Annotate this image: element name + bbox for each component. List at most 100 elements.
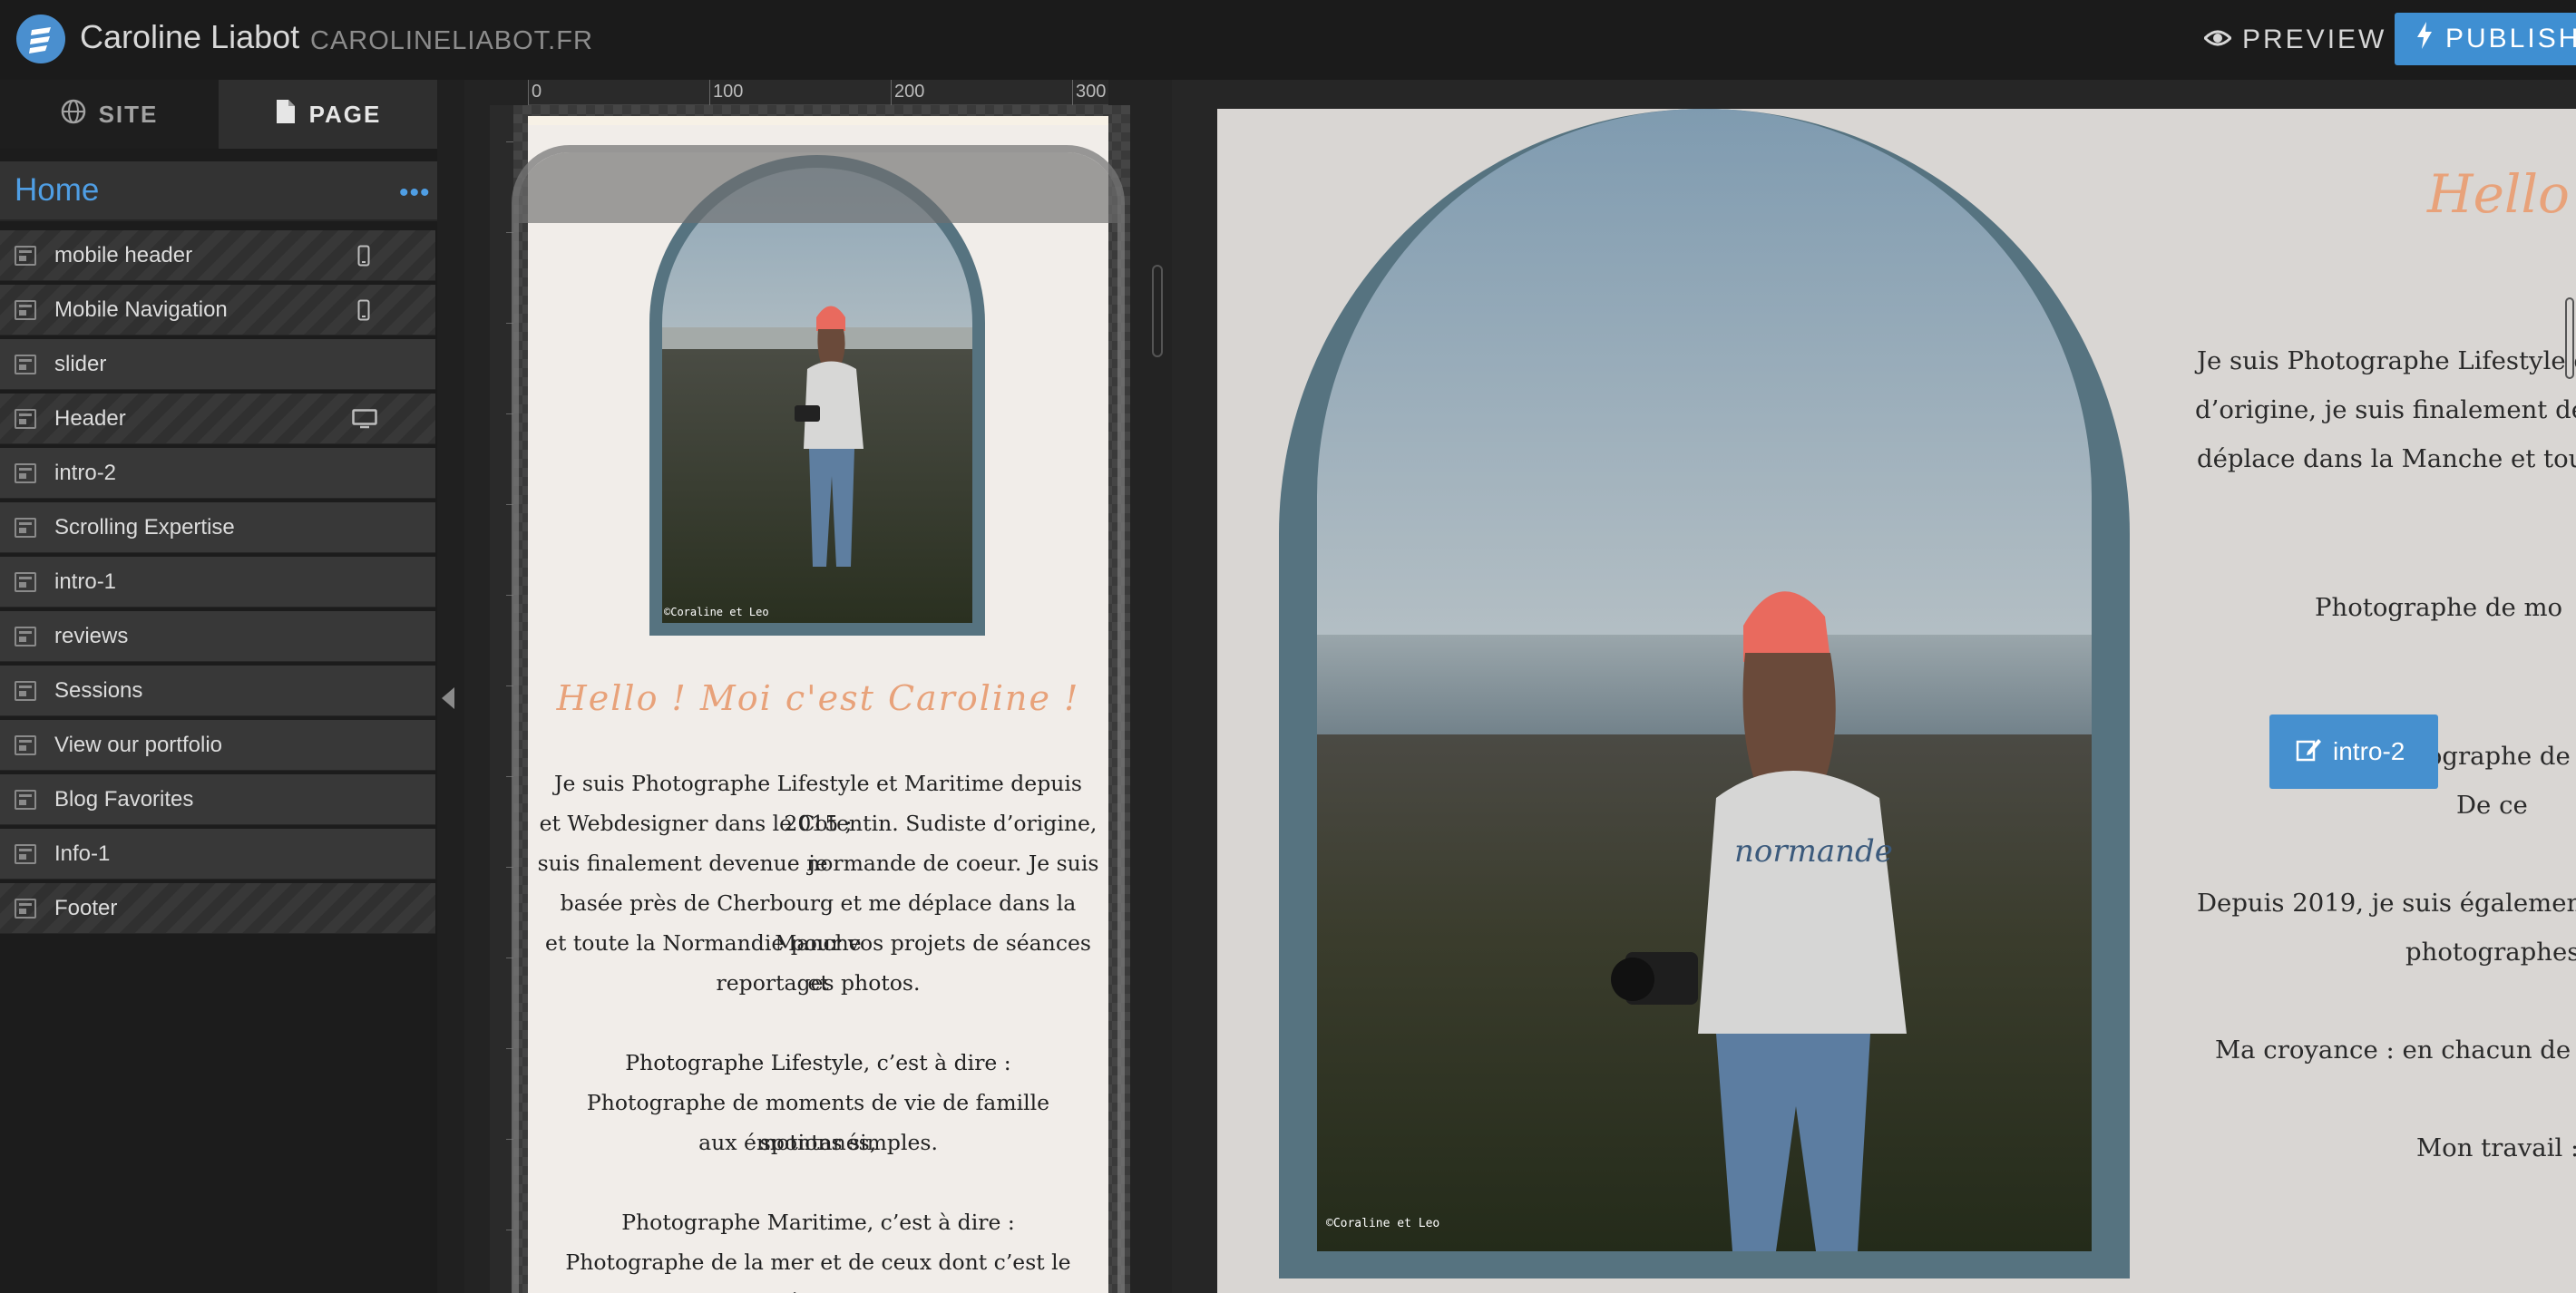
- section-icon: [15, 355, 36, 374]
- sidebar-item-sessions[interactable]: Sessions: [0, 666, 435, 716]
- section-icon: [15, 463, 36, 483]
- section-label: reviews: [54, 624, 129, 648]
- lightning-icon: [2416, 22, 2433, 56]
- mobile-text-line: suis finalement devenue normande de coeu…: [537, 851, 1099, 876]
- section-icon: [15, 409, 36, 429]
- sidebar-item-blog-favorites[interactable]: Blog Favorites: [0, 774, 435, 825]
- desktop-text-line: photographes et: [2405, 938, 2576, 967]
- section-badge-label: intro-2: [2333, 737, 2405, 765]
- mobile-text-line: aux émotions simples.: [698, 1130, 938, 1155]
- section-label: Info-1: [54, 841, 111, 866]
- sidebar-item-footer[interactable]: Footer: [0, 883, 435, 934]
- section-edit-badge[interactable]: intro-2: [2269, 715, 2438, 789]
- app-logo-icon[interactable]: [16, 15, 65, 63]
- page-top-strip: [528, 116, 1108, 125]
- section-icon: [15, 572, 36, 592]
- sidebar-item-header[interactable]: Header: [0, 394, 435, 444]
- publish-label: PUBLISH: [2445, 24, 2576, 53]
- top-bar: Caroline Liabot CAROLINELIABOT.FR PREVIE…: [0, 0, 2576, 80]
- section-icon: [15, 246, 36, 266]
- sidebar-item-info-1[interactable]: Info-1: [0, 829, 435, 880]
- desktop-photo-credit: ©Coraline et Leo: [1326, 1217, 1440, 1230]
- sidebar-item-view-our-portfolio[interactable]: View our portfolio: [0, 720, 435, 771]
- sidebar-item-intro-2[interactable]: intro-2: [0, 448, 435, 499]
- globe-icon: [61, 99, 86, 131]
- desktop-text-line: Mon travail : le f: [2416, 1133, 2576, 1162]
- edit-icon: [2295, 735, 2322, 769]
- desktop-text-line: Je suis Photographe Lifestyle e: [2197, 346, 2576, 375]
- section-label: intro-1: [54, 569, 117, 594]
- section-label: View our portfolio: [54, 733, 222, 757]
- publish-button[interactable]: PUBLISH: [2395, 13, 2576, 65]
- desktop-device-icon: [352, 409, 377, 433]
- editor-app: Caroline Liabot CAROLINELIABOT.FR PREVIE…: [0, 0, 2576, 1293]
- section-label: Sessions: [54, 678, 143, 703]
- desktop-text-line: Ma croyance : en chacun de: [2215, 1035, 2571, 1065]
- svg-text:normande: normande: [1734, 833, 1893, 870]
- section-icon: [15, 518, 36, 538]
- site-domain[interactable]: CAROLINELIABOT.FR: [310, 26, 593, 56]
- ruler-label: 200: [894, 82, 925, 102]
- mobile-scrollbar[interactable]: [1152, 265, 1163, 357]
- site-name: Caroline Liabot: [80, 18, 300, 55]
- desktop-page-canvas[interactable]: normande ©Coraline et Leo Hello Je suis …: [1217, 109, 2576, 1293]
- mobile-preview-pane: 0 100 200 300 ©Coraline et Leo Hello ! M…: [464, 80, 1172, 1293]
- section-label: intro-2: [54, 461, 117, 485]
- desktop-preview-pane: normande ©Coraline et Leo Hello Je suis …: [1172, 80, 2576, 1293]
- section-icon: [15, 790, 36, 810]
- sidebar-item-scrolling-expertise[interactable]: Scrolling Expertise: [0, 502, 435, 553]
- desktop-text-line: De ce: [2456, 791, 2528, 820]
- mobile-text-line: reportages photos.: [716, 970, 921, 996]
- sidebar-item-intro-1[interactable]: intro-1: [0, 557, 435, 608]
- left-sidebar: SITE PAGE Home ••• mobile header Mobile …: [0, 80, 437, 1293]
- tab-site[interactable]: SITE: [0, 80, 219, 149]
- page-icon: [275, 98, 297, 131]
- vertical-ruler: [490, 105, 513, 1293]
- collapse-sidebar-icon[interactable]: [442, 687, 454, 709]
- section-label: slider: [54, 352, 107, 376]
- desktop-text-line: déplace dans la Manche et tou: [2197, 444, 2576, 473]
- section-label: Blog Favorites: [54, 787, 194, 812]
- tab-page[interactable]: PAGE: [219, 80, 437, 149]
- section-icon: [15, 899, 36, 919]
- sidebar-item-slider[interactable]: slider: [0, 339, 435, 390]
- section-icon: [15, 735, 36, 755]
- horizontal-ruler: 0 100 200 300: [528, 80, 1108, 105]
- ruler-label: 0: [532, 82, 542, 102]
- section-label: mobile header: [54, 243, 193, 267]
- section-icon: [15, 681, 36, 701]
- eye-icon: [2202, 24, 2233, 55]
- section-icon: [15, 300, 36, 320]
- page-header[interactable]: Home •••: [0, 161, 437, 221]
- section-label: Footer: [54, 896, 118, 920]
- mobile-text-line: Photographe Lifestyle, c’est à dire :: [625, 1050, 1011, 1075]
- mobile-text-line: Photographe Maritime, c’est à dire :: [621, 1210, 1015, 1235]
- desktop-text-line: Photographe de mo: [2315, 593, 2563, 622]
- panel-gutter: [437, 80, 464, 1293]
- preview-button[interactable]: PREVIEW: [2186, 16, 2405, 63]
- desktop-portrait-photo[interactable]: normande: [1317, 109, 2092, 1251]
- ruler-label: 100: [713, 82, 744, 102]
- preview-label: PREVIEW: [2242, 24, 2387, 54]
- mobile-device-icon: [357, 299, 370, 326]
- sidebar-item-mobile-navigation[interactable]: Mobile Navigation: [0, 285, 435, 335]
- section-icon: [15, 627, 36, 646]
- sidebar-tabs: SITE PAGE: [0, 80, 437, 149]
- mobile-hello-heading: Hello ! Moi c'est Caroline !: [556, 678, 1080, 718]
- section-icon: [15, 844, 36, 864]
- page-title: Home: [15, 172, 100, 208]
- section-label: Scrolling Expertise: [54, 515, 235, 540]
- mobile-text-line: Photographe de la mer et de ceux dont c’…: [565, 1249, 1071, 1293]
- sidebar-item-mobile-header[interactable]: mobile header: [0, 230, 435, 281]
- tab-page-label: PAGE: [308, 100, 382, 128]
- mobile-device-icon: [357, 245, 370, 271]
- ruler-label: 300: [1076, 82, 1107, 102]
- desktop-hello-heading: Hello: [2427, 163, 2570, 225]
- section-label: Header: [54, 406, 126, 431]
- desktop-scrollbar[interactable]: [2565, 297, 2574, 379]
- sidebar-item-reviews[interactable]: reviews: [0, 611, 435, 662]
- more-options-icon[interactable]: •••: [399, 178, 431, 209]
- desktop-text-line: Depuis 2019, je suis égalemen: [2197, 889, 2576, 918]
- desktop-arch-frame: normande: [1279, 109, 2130, 1278]
- desktop-text-line: d’origine, je suis finalement de: [2195, 395, 2576, 424]
